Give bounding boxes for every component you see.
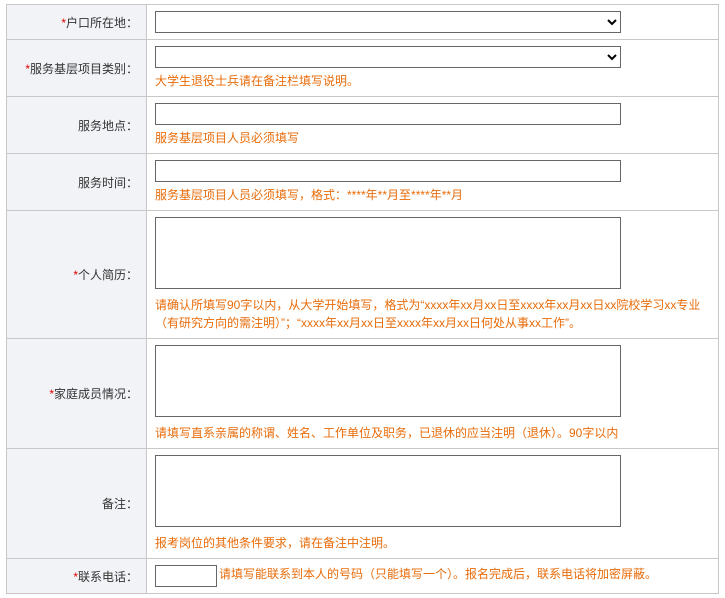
hint-place: 服务基层项目人员必须填写 — [155, 129, 710, 147]
hint-remark: 报考岗位的其他条件要求，请在备注中注明。 — [155, 534, 710, 552]
place-input[interactable] — [155, 103, 621, 125]
cell-project: 大学生退役士兵请在备注栏填写说明。 — [147, 40, 719, 97]
hint-project: 大学生退役士兵请在备注栏填写说明。 — [155, 72, 710, 90]
cell-resume: 请确认所填写90字以内，从大学开始填写，格式为“xxxx年xx月xx日至xxxx… — [147, 211, 719, 339]
family-textarea[interactable] — [155, 345, 621, 417]
hint-phone: 请填写能联系到本人的号码（只能填写一个）。报名完成后，联系电话将加密屏蔽。 — [219, 565, 657, 582]
cell-hukou — [147, 5, 719, 40]
label-resume: *个人简历： — [7, 211, 147, 339]
label-hukou: *户口所在地： — [7, 5, 147, 40]
time-input[interactable] — [155, 160, 621, 182]
cell-family: 请填写直系亲属的称谓、姓名、工作单位及职务，已退休的应当注明（退休）。90字以内 — [147, 339, 719, 449]
cell-remark: 报考岗位的其他条件要求，请在备注中注明。 — [147, 449, 719, 559]
project-select[interactable] — [155, 46, 621, 68]
cell-phone: 请填写能联系到本人的号码（只能填写一个）。报名完成后，联系电话将加密屏蔽。 — [147, 559, 719, 594]
label-remark: 备注： — [7, 449, 147, 559]
cell-place: 服务基层项目人员必须填写 — [147, 97, 719, 154]
hint-family: 请填写直系亲属的称谓、姓名、工作单位及职务，已退休的应当注明（退休）。90字以内 — [155, 424, 710, 442]
label-place: 服务地点： — [7, 97, 147, 154]
hint-resume: 请确认所填写90字以内，从大学开始填写，格式为“xxxx年xx月xx日至xxxx… — [155, 296, 710, 332]
label-family: *家庭成员情况： — [7, 339, 147, 449]
hint-time: 服务基层项目人员必须填写，格式：****年**月至****年**月 — [155, 186, 710, 204]
label-time: 服务时间： — [7, 154, 147, 211]
resume-textarea[interactable] — [155, 217, 621, 289]
phone-input[interactable] — [155, 565, 217, 587]
remark-textarea[interactable] — [155, 455, 621, 527]
form-table: *户口所在地： *服务基层项目类别： 大学生退役士兵请在备注栏填写说明。 服务地… — [6, 4, 719, 594]
cell-time: 服务基层项目人员必须填写，格式：****年**月至****年**月 — [147, 154, 719, 211]
label-project: *服务基层项目类别： — [7, 40, 147, 97]
hukou-select[interactable] — [155, 11, 621, 33]
label-phone: *联系电话： — [7, 559, 147, 594]
